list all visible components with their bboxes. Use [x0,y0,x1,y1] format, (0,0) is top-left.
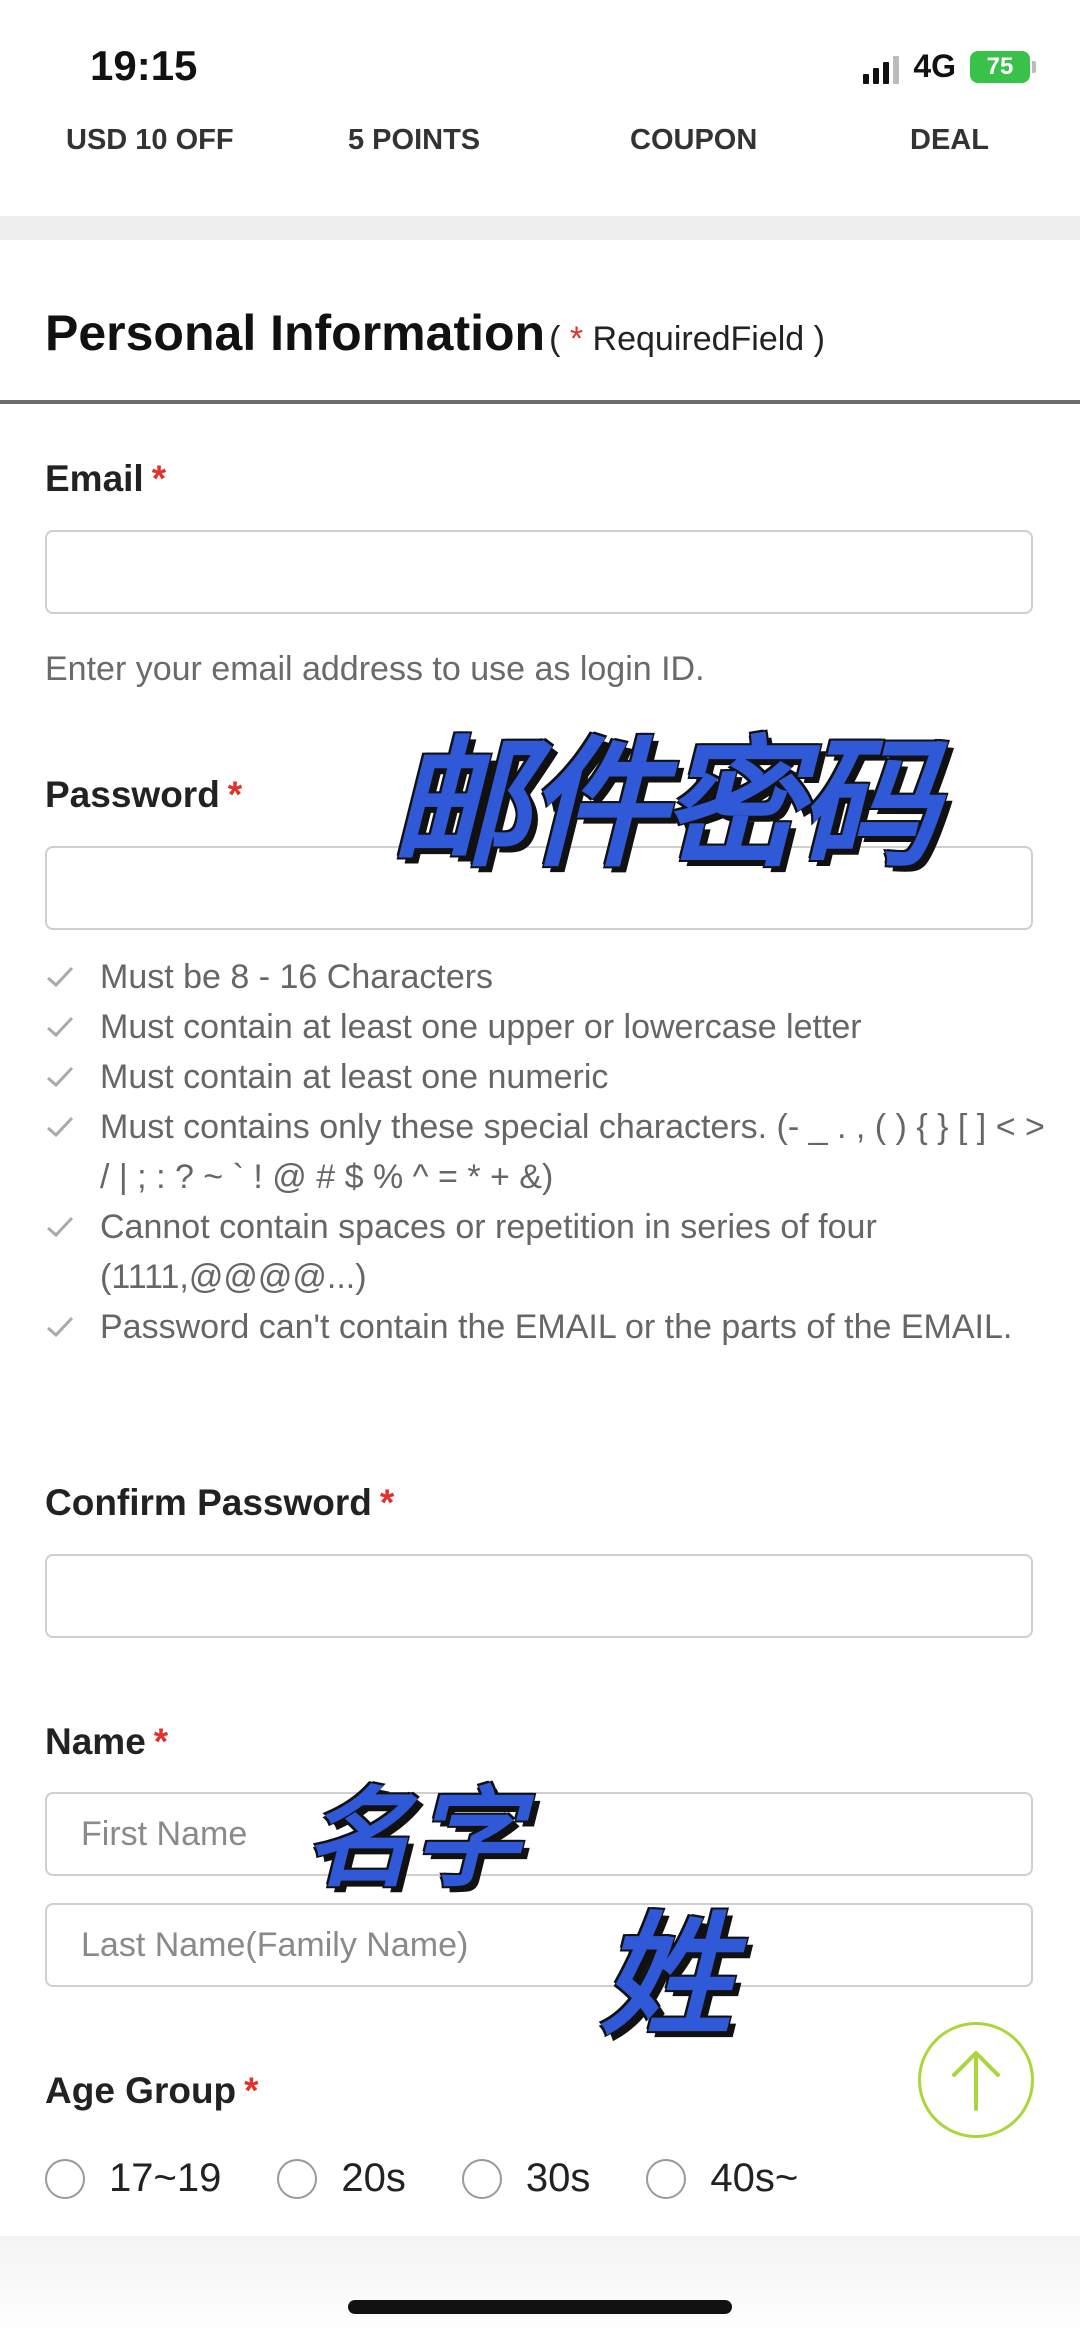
radio-button[interactable] [461,2158,502,2199]
last-name-field[interactable] [45,1903,1033,1987]
scroll-top-button[interactable] [918,2022,1034,2138]
bottom-bar [0,2236,1080,2337]
required-field-note: ( * RequiredField ) [549,320,825,358]
check-icon [47,1116,74,1138]
status-bar: 19:15 4G 75 [0,0,1080,110]
promo-tabs: USD 10 OFF 5 POINTS COUPON DEAL [0,124,1080,170]
radio-button[interactable] [277,2158,318,2199]
overlay-first-name: 名字 [305,1777,522,1902]
email-hint: Enter your email address to use as login… [45,650,705,688]
age-group-label: Age Group * [45,2070,259,2111]
check-icon [47,1216,74,1238]
tab-coupon[interactable]: COUPON [630,124,757,157]
list-item: Must contain at least one upper or lower… [45,1002,1045,1052]
network-type: 4G [913,48,956,84]
section-divider [0,216,1080,240]
name-label: Name * [45,1721,169,1762]
status-indicators: 4G 75 [863,48,1036,85]
required-star: * [379,1482,395,1523]
required-star: * [244,2070,259,2111]
required-star: * [227,774,243,815]
confirm-password-label: Confirm Password * [45,1482,395,1523]
tab-5-points[interactable]: 5 POINTS [348,124,480,157]
age-option-40s[interactable]: 40s~ [646,2156,798,2201]
required-star: * [153,1721,169,1762]
overlay-last-name: 姓 [600,1900,732,2054]
signal-icon [863,50,900,84]
age-option-20s[interactable]: 20s [277,2156,406,2201]
check-icon [47,1016,74,1038]
status-time: 19:15 [90,42,198,89]
check-icon [47,1066,74,1088]
first-name-field[interactable] [45,1792,1033,1876]
email-field[interactable] [45,530,1033,614]
age-option-17-19[interactable]: 17~19 [45,2156,221,2201]
check-icon [47,1316,74,1338]
radio-button[interactable] [646,2158,687,2199]
list-item: Password can't contain the EMAIL or the … [45,1302,1045,1352]
required-star: * [151,458,167,499]
battery-level: 75 [986,52,1014,80]
tab-usd-10-off[interactable]: USD 10 OFF [66,124,234,157]
list-item: Cannot contain spaces or repetition in s… [45,1202,1045,1302]
battery-icon: 75 [970,50,1036,83]
password-label: Password * [45,774,243,815]
list-item: Must contain at least one numeric [45,1052,1045,1102]
section-header: Personal Information ( * RequiredField ) [45,304,825,362]
check-icon [47,966,74,988]
arrow-up-icon [952,2051,1000,2111]
overlay-email-password: 邮件密码 [390,724,938,887]
age-group-options: 17~19 20s 30s 40s~ [45,2156,854,2201]
section-title: Personal Information [45,305,546,361]
list-item: Must be 8 - 16 Characters [45,952,1045,1002]
required-star: * [569,320,584,358]
confirm-password-field[interactable] [45,1554,1033,1638]
email-label: Email * [45,458,167,499]
list-item: Must contains only these special charact… [45,1102,1045,1202]
home-indicator[interactable] [348,2300,732,2314]
age-option-30s[interactable]: 30s [461,2156,590,2201]
password-rules: Must be 8 - 16 Characters Must contain a… [45,952,1045,1352]
radio-button[interactable] [45,2158,85,2199]
section-rule [0,400,1080,404]
tab-deal[interactable]: DEAL [910,124,989,157]
